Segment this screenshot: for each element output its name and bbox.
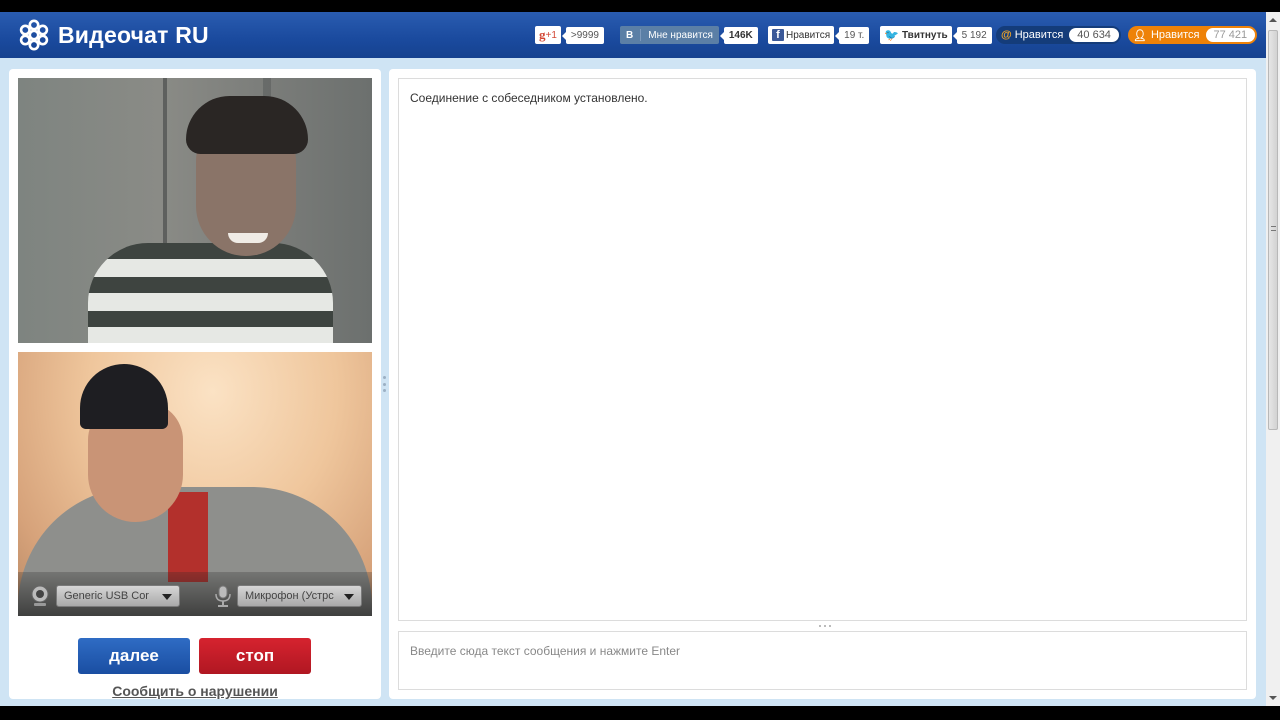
odnoklassniki-like-button[interactable]: 👤︎ Нравится 77 421 — [1128, 26, 1258, 44]
horizontal-splitter-handle[interactable] — [819, 625, 831, 628]
vk-widget: B Мне нравится 146K — [620, 25, 758, 45]
gplus-label: +1 — [545, 29, 557, 41]
mailru-like-button[interactable]: @ Нравится 40 634 — [996, 26, 1121, 44]
browser-bottom-edge — [0, 706, 1280, 720]
odnoklassniki-label: Нравится — [1150, 29, 1200, 41]
vk-like-button[interactable]: B Мне нравится — [620, 26, 719, 44]
thumb-grip-icon — [1271, 226, 1276, 231]
twitter-widget: 🐦 Твитнуть 5 192 — [880, 25, 992, 45]
scroll-up-arrow-icon[interactable] — [1269, 18, 1277, 22]
report-violation-link[interactable]: Сообщить о нарушении — [9, 683, 381, 699]
odnoklassniki-count: 77 421 — [1205, 28, 1256, 42]
vertical-splitter-handle[interactable] — [382, 376, 386, 392]
facebook-count: 19 т. — [835, 26, 870, 44]
page-scrollbar[interactable] — [1266, 12, 1280, 706]
camera-select[interactable]: Generic USB Cor — [56, 585, 180, 607]
remote-video — [18, 78, 372, 343]
odnoklassniki-widget: 👤︎ Нравится 77 421 — [1128, 25, 1258, 45]
mailru-at-icon: @ — [1001, 29, 1012, 41]
grip-dot — [382, 382, 386, 386]
tweet-label: Твитнуть — [901, 29, 948, 41]
mailru-label: Нравится — [1014, 29, 1064, 41]
chevron-down-icon — [344, 594, 354, 600]
vk-count: 146K — [719, 26, 758, 44]
gplus-button[interactable]: g +1 — [535, 26, 561, 44]
mailru-widget: @ Нравится 40 634 — [996, 25, 1121, 45]
facebook-widget: f Нравится 19 т. — [768, 25, 870, 45]
grip-dot — [829, 625, 831, 627]
facebook-like-button[interactable]: f Нравится — [768, 26, 835, 44]
remote-person-silhouette — [18, 78, 372, 343]
microphone-select[interactable]: Микрофон (Устрс — [237, 585, 362, 607]
flower-logo-icon — [19, 19, 49, 51]
next-button[interactable]: далее — [78, 638, 190, 674]
facebook-label: Нравится — [786, 29, 831, 41]
scroll-down-arrow-icon[interactable] — [1269, 696, 1277, 700]
stop-button[interactable]: стоп — [199, 638, 311, 674]
webcam-icon — [31, 585, 49, 606]
twitter-bird-icon: 🐦 — [884, 28, 899, 42]
message-input[interactable] — [398, 631, 1247, 690]
site-header: Видеочат RU g +1 >9999 B Мне нравится 14… — [0, 12, 1266, 58]
site-title: Видеочат RU — [58, 21, 209, 48]
browser-top-edge — [0, 0, 1280, 12]
chevron-down-icon — [162, 594, 172, 600]
gplus-widget: g +1 >9999 — [535, 25, 604, 45]
gplus-count: >9999 — [561, 26, 604, 44]
microphone-icon — [215, 585, 231, 607]
site-logo[interactable]: Видеочат RU — [18, 19, 209, 51]
tweet-button[interactable]: 🐦 Твитнуть — [880, 26, 952, 44]
scrollbar-thumb[interactable] — [1268, 30, 1278, 430]
odnoklassniki-icon: 👤︎ — [1133, 29, 1147, 42]
vk-separator — [640, 29, 642, 41]
system-message: Соединение с собеседником установлено. — [410, 91, 648, 105]
grip-dot — [382, 389, 386, 392]
local-video: Generic USB Cor Микрофон (Устрс — [18, 352, 372, 616]
chat-log: Соединение с собеседником установлено. — [398, 78, 1247, 621]
chat-panel: Соединение с собеседником установлено. — [389, 69, 1256, 699]
grip-dot — [382, 376, 386, 379]
video-panel: Generic USB Cor Микрофон (Устрс далее ст… — [9, 69, 381, 699]
vk-icon: B — [626, 29, 634, 41]
twitter-count: 5 192 — [952, 26, 992, 44]
vk-label: Мне нравится — [648, 29, 713, 41]
page: Видеочат RU g +1 >9999 B Мне нравится 14… — [0, 12, 1266, 706]
grip-dot — [824, 625, 826, 627]
camera-select-value: Generic USB Cor — [64, 590, 149, 602]
facebook-icon: f — [772, 29, 784, 41]
microphone-select-value: Микрофон (Устрс — [245, 590, 334, 602]
mailru-count: 40 634 — [1069, 28, 1119, 42]
grip-dot — [819, 625, 821, 627]
device-controls: Generic USB Cor Микрофон (Устрс — [18, 572, 372, 616]
